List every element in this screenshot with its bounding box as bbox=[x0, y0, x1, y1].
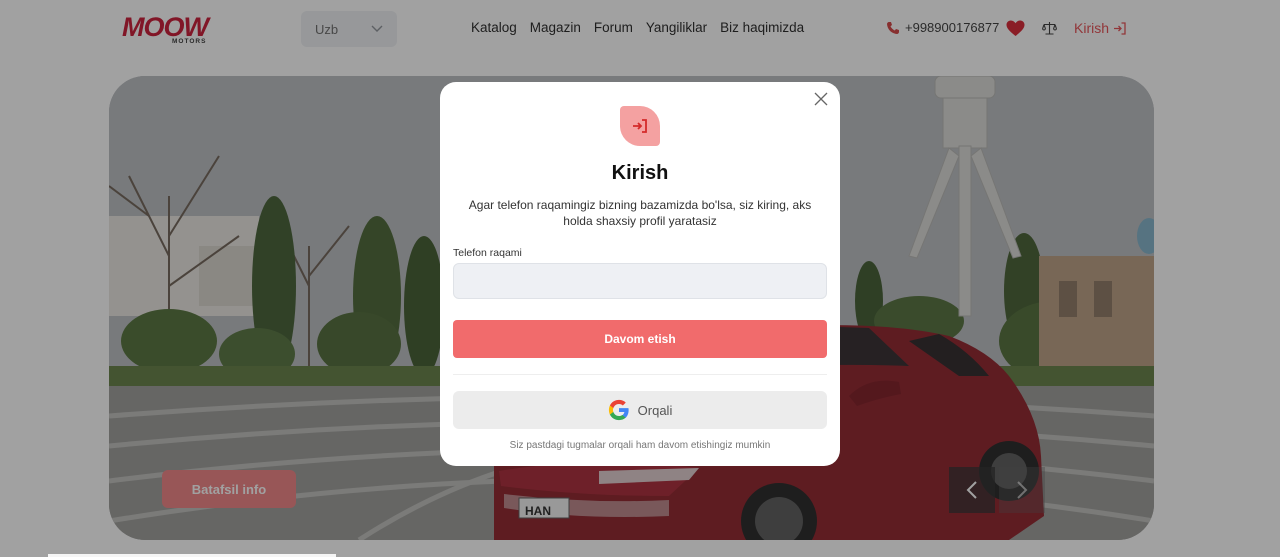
modal-hint: Siz pastdagi tugmalar orqali ham davom e… bbox=[509, 440, 771, 451]
login-badge bbox=[620, 106, 660, 146]
google-button-label: Orqali bbox=[637, 402, 673, 418]
modal-description: Agar telefon raqamingiz bizning bazamizd… bbox=[468, 198, 812, 228]
google-icon bbox=[608, 399, 629, 421]
phone-field-label: Telefon raqami bbox=[453, 247, 522, 259]
google-login-button[interactable]: Orqali bbox=[453, 391, 827, 429]
modal-title: Kirish bbox=[611, 162, 669, 184]
login-badge-icon bbox=[633, 119, 647, 133]
divider bbox=[453, 374, 827, 375]
phone-input[interactable] bbox=[453, 263, 827, 299]
continue-button[interactable]: Davom etish bbox=[453, 320, 827, 358]
login-modal: Kirish Agar telefon raqamingiz bizning b… bbox=[440, 82, 840, 466]
close-icon[interactable] bbox=[814, 92, 828, 106]
